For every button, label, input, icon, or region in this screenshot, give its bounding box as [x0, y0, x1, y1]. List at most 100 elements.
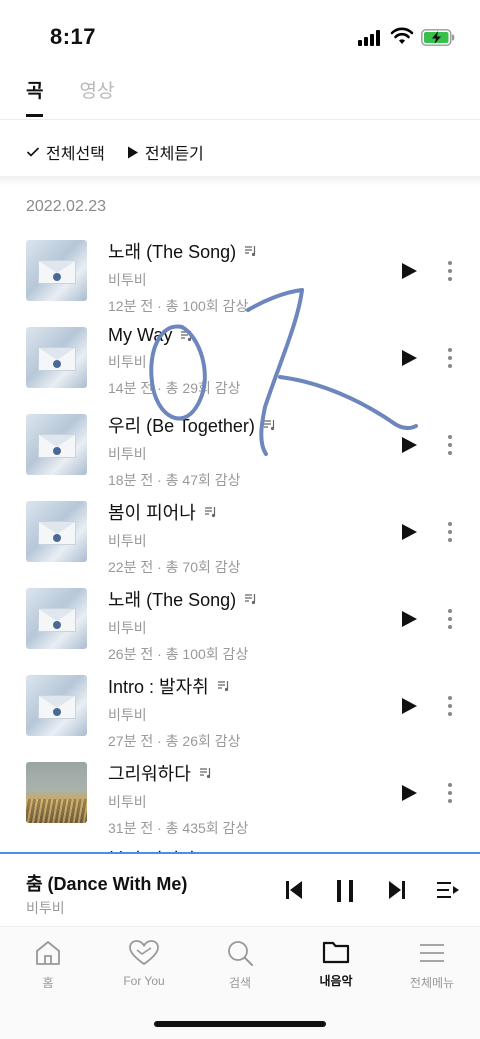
- lyrics-icon: [263, 420, 274, 431]
- song-title-text: Intro : 발자취: [108, 677, 209, 697]
- more-options-icon[interactable]: [442, 433, 458, 457]
- song-row[interactable]: Intro : 발자취 비투비 27분 전 · 총 26회 감상: [0, 662, 480, 749]
- song-title-text: 그리워하다: [108, 764, 191, 784]
- song-title: 우리 (Be Together): [108, 412, 277, 438]
- tabs-divider: [0, 119, 480, 120]
- song-title-text: My Way: [108, 325, 173, 345]
- lyrics-icon: [217, 681, 228, 692]
- song-list: 노래 (The Song) 비투비 12분 전 · 총 100회 감상 My W…: [0, 227, 480, 836]
- album-cover: [26, 327, 87, 388]
- song-artist: 비투비: [108, 707, 147, 723]
- song-artist: 비투비: [108, 272, 147, 288]
- action-bar: 전체선택 전체듣기: [26, 140, 204, 164]
- song-play-info: 18분 전 · 총 47회 감상: [108, 472, 241, 488]
- now-playing-artist: 비투비: [26, 900, 65, 916]
- nav-menu-label: 전체메뉴: [409, 976, 455, 990]
- nav-my-music-label: 내음악: [319, 974, 353, 988]
- song-play-info: 14분 전 · 총 29회 감상: [108, 380, 241, 396]
- pause-icon[interactable]: [335, 880, 355, 902]
- play-icon[interactable]: [400, 262, 418, 280]
- content-tabs: 곡 영상: [26, 76, 114, 117]
- nav-home[interactable]: 홈: [0, 939, 96, 991]
- tab-songs[interactable]: 곡: [26, 76, 44, 117]
- song-title-text: 봄이 피어나: [108, 503, 196, 523]
- date-header: 2022.02.23: [26, 198, 107, 215]
- song-info: 그리워하다 비투비 31분 전 · 총 435회 감상: [108, 760, 248, 838]
- previous-track-icon[interactable]: [285, 880, 303, 900]
- song-play-info: 31분 전 · 총 435회 감상: [108, 820, 249, 836]
- song-title: 노래 (The Song): [108, 238, 258, 264]
- play-icon[interactable]: [400, 349, 418, 367]
- song-title: 노래 (The Song): [108, 586, 258, 612]
- song-play-info: 12분 전 · 총 100회 감상: [108, 298, 249, 314]
- status-bar: 8:17: [0, 0, 480, 70]
- play-all-label: 전체듣기: [144, 146, 204, 163]
- song-row[interactable]: My Way 비투비 14분 전 · 총 29회 감상: [0, 314, 480, 401]
- mini-player[interactable]: 춤 (Dance With Me) 비투비: [0, 852, 480, 924]
- more-options-icon[interactable]: [442, 520, 458, 544]
- play-icon[interactable]: [400, 436, 418, 454]
- album-cover: [26, 675, 87, 736]
- more-options-icon[interactable]: [442, 781, 458, 805]
- lyrics-icon: [245, 246, 256, 257]
- search-icon: [228, 941, 253, 966]
- play-icon[interactable]: [400, 523, 418, 541]
- lyrics-icon: [181, 330, 192, 341]
- next-track-icon[interactable]: [388, 880, 406, 900]
- check-icon: [26, 147, 40, 157]
- home-icon: [36, 941, 60, 965]
- play-icon[interactable]: [400, 697, 418, 715]
- play-icon[interactable]: [400, 784, 418, 802]
- nav-search[interactable]: 검색: [192, 939, 288, 991]
- song-play-info: 26분 전 · 총 100회 감상: [108, 646, 249, 662]
- nav-home-label: 홈: [42, 976, 54, 990]
- more-options-icon[interactable]: [442, 346, 458, 370]
- song-info: 노래 (The Song) 비투비 12분 전 · 총 100회 감상: [108, 238, 258, 316]
- song-row[interactable]: 그리워하다 비투비 31분 전 · 총 435회 감상: [0, 749, 480, 836]
- select-all-button[interactable]: 전체선택: [26, 140, 105, 164]
- wifi-icon: [390, 27, 414, 44]
- song-title-text: 노래 (The Song): [108, 590, 237, 610]
- home-indicator: [154, 1021, 326, 1027]
- album-cover: [26, 240, 87, 301]
- album-cover: [26, 762, 87, 823]
- play-all-button[interactable]: 전체듣기: [127, 140, 204, 164]
- more-options-icon[interactable]: [442, 694, 458, 718]
- menu-icon: [420, 944, 444, 962]
- more-options-icon[interactable]: [442, 259, 458, 283]
- song-artist: 비투비: [108, 354, 147, 370]
- nav-for-you-label: For You: [123, 974, 165, 988]
- album-cover: [26, 414, 87, 475]
- album-cover: [26, 588, 87, 649]
- playlist-icon[interactable]: [436, 880, 460, 900]
- battery-charging-icon: [421, 29, 455, 46]
- select-all-label: 전체선택: [46, 146, 105, 163]
- song-info: 우리 (Be Together) 비투비 18분 전 · 총 47회 감상: [108, 412, 277, 490]
- song-info: My Way 비투비 14분 전 · 총 29회 감상: [108, 325, 241, 398]
- song-row[interactable]: 우리 (Be Together) 비투비 18분 전 · 총 47회 감상: [0, 401, 480, 488]
- lyrics-icon: [245, 594, 256, 605]
- song-play-info: 27분 전 · 총 26회 감상: [108, 733, 241, 749]
- song-row[interactable]: 노래 (The Song) 비투비 26분 전 · 총 100회 감상: [0, 575, 480, 662]
- song-info: 노래 (The Song) 비투비 26분 전 · 총 100회 감상: [108, 586, 258, 664]
- more-options-icon[interactable]: [442, 607, 458, 631]
- divider: [0, 176, 480, 186]
- now-playing-title: 춤 (Dance With Me): [26, 874, 188, 894]
- nav-for-you[interactable]: For You: [96, 939, 192, 988]
- song-title: 봄이 피어나: [108, 499, 241, 525]
- song-title: 그리워하다: [108, 760, 248, 786]
- lyrics-icon: [199, 768, 210, 779]
- song-row[interactable]: 봄이 피어나 비투비 22분 전 · 총 70회 감상: [0, 488, 480, 575]
- lyrics-icon: [204, 507, 215, 518]
- status-time: 8:17: [50, 24, 97, 49]
- tab-videos[interactable]: 영상: [79, 76, 114, 117]
- play-icon: [127, 146, 138, 158]
- song-title: Intro : 발자취: [108, 673, 241, 699]
- album-cover: [26, 501, 87, 562]
- song-info: Intro : 발자취 비투비 27분 전 · 총 26회 감상: [108, 673, 241, 751]
- play-icon[interactable]: [400, 610, 418, 628]
- nav-search-label: 검색: [228, 976, 252, 990]
- nav-menu[interactable]: 전체메뉴: [384, 939, 480, 991]
- song-row[interactable]: 노래 (The Song) 비투비 12분 전 · 총 100회 감상: [0, 227, 480, 314]
- nav-my-music[interactable]: 내음악: [288, 939, 384, 989]
